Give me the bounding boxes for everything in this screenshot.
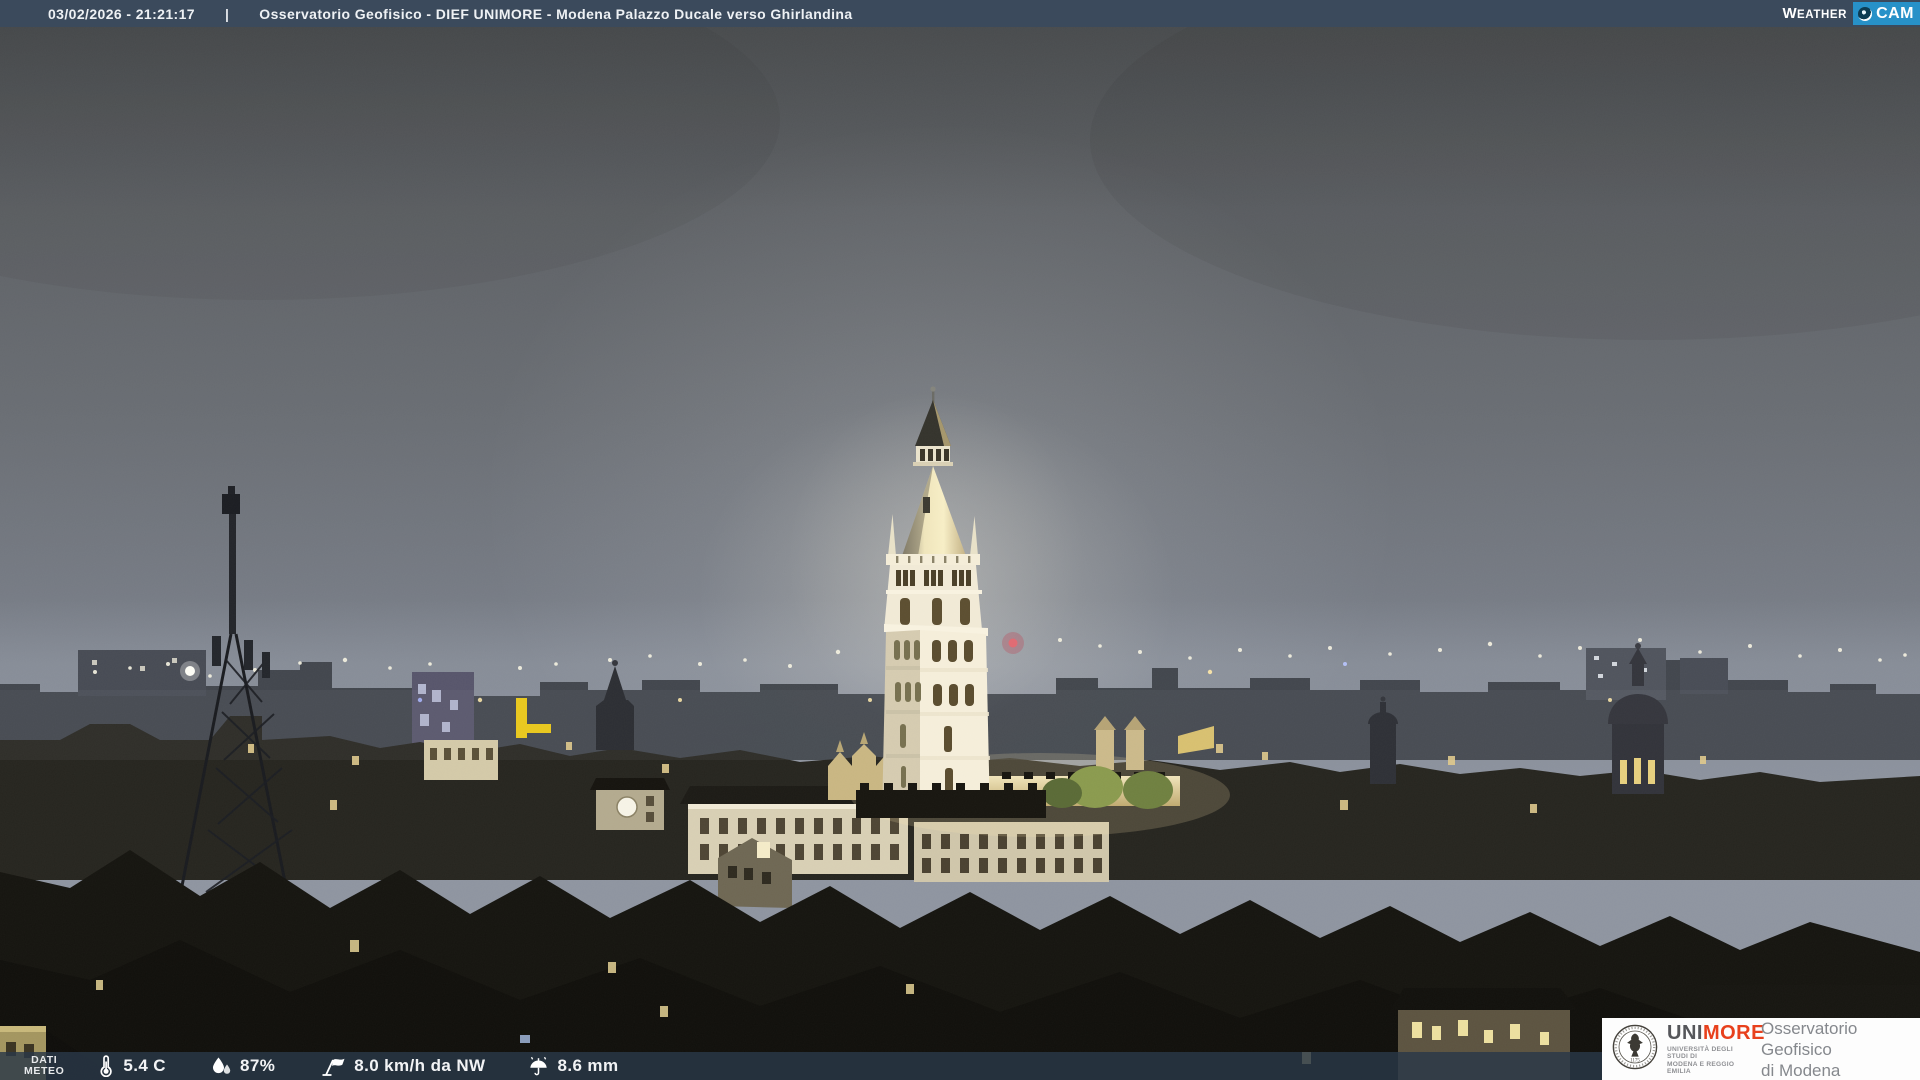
top-overlay-bar: 03/02/2026 - 21:21:17 | Osservatorio Geo… — [0, 0, 1920, 27]
unimore-seal-icon: 1175 — [1612, 1024, 1658, 1075]
wind-vane-icon — [321, 1056, 347, 1077]
rain-reading: 8.6 mm — [527, 1056, 618, 1077]
university-name-line1: UNIVERSITÀ DEGLI STUDI DI — [1667, 1045, 1733, 1061]
humidity-value: 87% — [239, 1056, 276, 1075]
separator: | — [224, 5, 230, 22]
weathercam-wordmark: W EATHER — [1782, 5, 1848, 22]
camera-lens-icon — [1858, 6, 1873, 21]
cam-badge: CAM — [1853, 2, 1920, 25]
dati-meteo-label: DATI METEO — [24, 1054, 65, 1077]
webcam-frame: 03/02/2026 - 21:21:17 | Osservatorio Geo… — [0, 0, 1920, 1080]
page-title: Osservatorio Geofisico - DIEF UNIMORE - … — [259, 5, 853, 22]
night-cityscape-photo — [0, 0, 1920, 1080]
weathercam-badge[interactable]: W EATHER CAM — [1782, 0, 1920, 27]
temperature-reading: 5.4 C — [96, 1055, 166, 1077]
temperature-value: 5.4 C — [123, 1056, 166, 1075]
wind-reading: 8.0 km/h da NW — [321, 1056, 485, 1077]
unimore-wordmark: UNIMORE UNIVERSITÀ DEGLI STUDI DI MODENA… — [1667, 1021, 1765, 1076]
timestamp: 03/02/2026 - 21:21:17 — [48, 5, 195, 22]
humidity-reading: 87% — [210, 1056, 275, 1077]
unimore-credit-box[interactable]: 1175 UNIMORE UNIVERSITÀ DEGLI STUDI DI M… — [1602, 1018, 1920, 1080]
thermometer-icon — [96, 1055, 116, 1077]
humidity-drops-icon — [210, 1056, 233, 1077]
observatory-name: Osservatorio Geofisico di Modena — [1761, 1018, 1858, 1080]
university-name-line2: MODENA E REGGIO EMILIA — [1667, 1060, 1735, 1076]
umbrella-rain-icon — [527, 1056, 550, 1077]
svg-text:1175: 1175 — [1630, 1058, 1640, 1063]
rain-value: 8.6 mm — [557, 1056, 619, 1075]
wind-value: 8.0 km/h da NW — [354, 1056, 486, 1075]
